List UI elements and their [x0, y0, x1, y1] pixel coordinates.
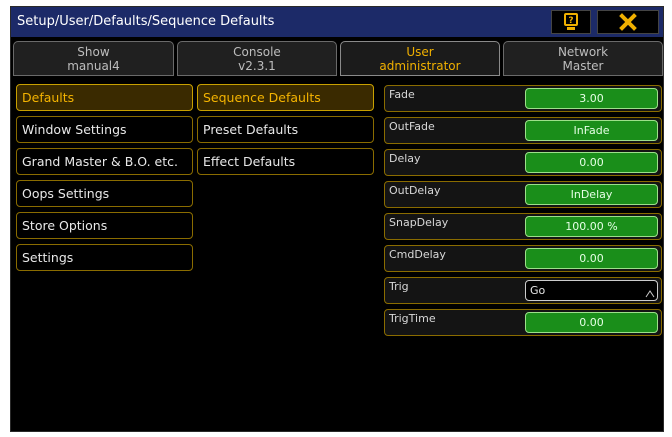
property-row-outfade: OutFade InFade: [384, 117, 662, 144]
property-row-trigtime: TrigTime 0.00: [384, 309, 662, 336]
property-row-trig: Trig Go: [384, 277, 662, 304]
tab-show-title: Show: [77, 45, 110, 59]
property-row-fade: Fade 3.00: [384, 85, 662, 112]
tab-network[interactable]: Network Master: [503, 41, 663, 76]
submenu-sequence-defaults[interactable]: Sequence Defaults: [197, 84, 374, 111]
menu-window-settings[interactable]: Window Settings: [16, 116, 193, 143]
title-bar: Setup/User/Defaults/Sequence Defaults ?: [11, 7, 663, 37]
outdelay-value-button[interactable]: InDelay: [525, 184, 658, 205]
submenu-effect-defaults[interactable]: Effect Defaults: [197, 148, 374, 175]
property-label: CmdDelay: [389, 248, 446, 261]
help-button[interactable]: ?: [551, 10, 591, 34]
close-button[interactable]: [597, 10, 659, 34]
outfade-value-button[interactable]: InFade: [525, 120, 658, 141]
fade-value-button[interactable]: 3.00: [525, 88, 658, 109]
snapdelay-value-button[interactable]: 100.00 %: [525, 216, 658, 237]
property-row-outdelay: OutDelay InDelay: [384, 181, 662, 208]
property-label: Fade: [389, 88, 415, 101]
trig-select[interactable]: Go: [525, 280, 658, 301]
property-label: TrigTime: [389, 312, 436, 325]
cmddelay-value-button[interactable]: 0.00: [525, 248, 658, 269]
tab-network-value: Master: [562, 59, 604, 73]
tab-user-title: User: [406, 45, 434, 59]
menu-grand-master[interactable]: Grand Master & B.O. etc.: [16, 148, 193, 175]
property-label: SnapDelay: [389, 216, 449, 229]
menu-store-options[interactable]: Store Options: [16, 212, 193, 239]
property-row-cmddelay: CmdDelay 0.00: [384, 245, 662, 272]
property-label: OutFade: [389, 120, 435, 133]
dropdown-corner-icon: [645, 290, 655, 298]
tab-console-value: v2.3.1: [238, 59, 276, 73]
tab-console[interactable]: Console v2.3.1: [177, 41, 337, 76]
tab-show[interactable]: Show manual4: [13, 41, 174, 76]
tab-show-value: manual4: [67, 59, 120, 73]
tab-network-title: Network: [557, 45, 609, 59]
property-row-delay: Delay 0.00: [384, 149, 662, 176]
property-row-snapdelay: SnapDelay 100.00 %: [384, 213, 662, 240]
tab-user-value: administrator: [379, 59, 461, 73]
close-x-icon: [619, 13, 637, 31]
trig-select-value: Go: [530, 284, 546, 297]
property-label: OutDelay: [389, 184, 441, 197]
delay-value-button[interactable]: 0.00: [525, 152, 658, 173]
trigtime-value-button[interactable]: 0.00: [525, 312, 658, 333]
menu-oops-settings[interactable]: Oops Settings: [16, 180, 193, 207]
window-title: Setup/User/Defaults/Sequence Defaults: [17, 14, 275, 29]
menu-defaults[interactable]: Defaults: [16, 84, 193, 111]
menu-settings[interactable]: Settings: [16, 244, 193, 271]
tab-user[interactable]: User administrator: [340, 41, 500, 76]
submenu-preset-defaults[interactable]: Preset Defaults: [197, 116, 374, 143]
svg-text:?: ?: [568, 16, 573, 26]
help-icon: ?: [564, 13, 578, 30]
setup-window: Setup/User/Defaults/Sequence Defaults ? …: [10, 6, 664, 432]
property-label: Delay: [389, 152, 421, 165]
tab-console-title: Console: [233, 45, 281, 59]
property-label: Trig: [389, 280, 409, 293]
setup-tabs: Show manual4 Console v2.3.1 User adminis…: [13, 41, 663, 77]
